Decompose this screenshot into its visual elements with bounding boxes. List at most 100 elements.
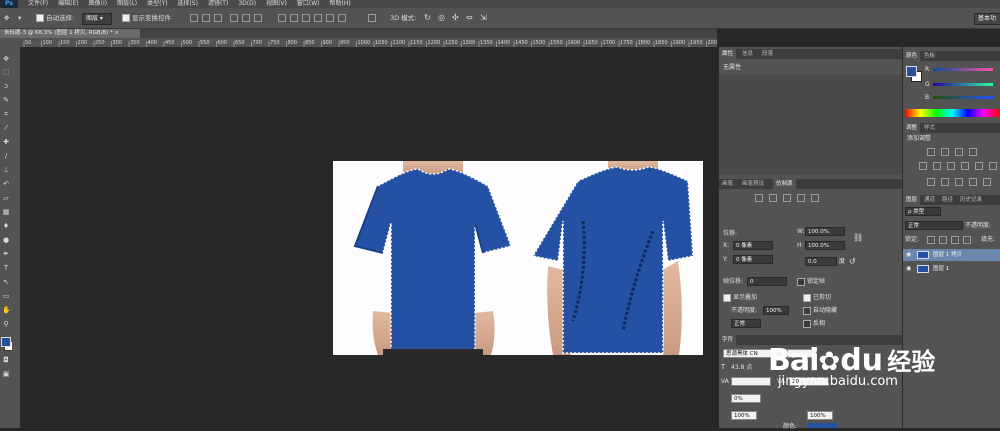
align-vcenter-icon[interactable] [202,14,210,22]
tab-history[interactable]: 历史记录 [957,195,985,205]
lock-transparent-icon[interactable] [927,236,935,244]
path-select-tool-icon[interactable]: ↖ [2,278,10,286]
align-hcenter-icon[interactable] [242,14,250,22]
3d-pan-icon[interactable]: ✣ [452,13,459,23]
layer-visibility-eye-icon[interactable]: ◉ [906,263,911,275]
threshold-adjust-icon[interactable] [955,178,963,186]
layer-row[interactable]: ◉ 图层 1 拷贝 [903,249,1000,261]
align-right-icon[interactable] [254,14,262,22]
hand-tool-icon[interactable]: ✋ [2,306,11,314]
tab-info[interactable]: 信息 [739,49,756,59]
menu-item-9[interactable]: 窗口(W) [297,0,320,8]
clone-source-4-icon[interactable] [797,194,805,202]
posterize-adjust-icon[interactable] [941,178,949,186]
marquee-tool-icon[interactable]: ⬚ [2,68,10,76]
font-size-value[interactable]: 43.8 点 [731,363,752,372]
horizontal-scale-field[interactable]: 100% [731,411,757,420]
menu-item-8[interactable]: 视图(V) [266,0,287,8]
close-tab-icon[interactable]: × [114,30,119,36]
show-transform-checkbox[interactable]: 显示变换控件 [122,13,171,23]
distribute-left-icon[interactable] [314,14,322,22]
rotation-field[interactable]: 0.0 [805,257,837,266]
menu-item-3[interactable]: 图层(L) [117,0,137,8]
history-brush-tool-icon[interactable]: ↶ [2,180,10,188]
kerning-field[interactable] [731,377,771,386]
tab-brush[interactable]: 画笔 [719,179,736,189]
b-slider[interactable] [933,96,993,99]
distribute-bottom-icon[interactable] [302,14,310,22]
document-tab[interactable]: 未标题-3 @ 68.3% (图层 1 拷贝, RGB/8) * × [0,29,140,38]
lock-frame-checkbox[interactable]: 锁定帧 [797,277,825,286]
offset-x-field[interactable]: 0 像素 [733,241,773,250]
tab-clone-source[interactable]: 仿制源 [773,179,796,189]
tab-adjustments[interactable]: 调整 [903,123,921,133]
menu-item-0[interactable]: 文件(F) [28,0,48,8]
layer-visibility-eye-icon[interactable]: ◉ [906,249,911,261]
width-scale-field[interactable]: 100.0% [805,227,845,236]
gradient-map-adjust-icon[interactable] [969,178,977,186]
quick-mask-icon[interactable]: ◘ [2,356,10,364]
curves-adjust-icon[interactable] [955,148,963,156]
align-bottom-icon[interactable] [214,14,222,22]
reset-transform-icon[interactable]: ↺ [849,257,856,266]
lasso-tool-icon[interactable]: ↄ [2,82,10,90]
clipped-checkbox[interactable]: 已剪切 [803,293,831,302]
screen-mode-icon[interactable]: ▣ [2,370,10,378]
3d-rotate-icon[interactable]: ↻ [424,13,431,23]
color-spectrum-ramp[interactable] [905,109,999,117]
workspace-switcher[interactable]: 基本功 [974,13,1000,25]
crop-tool-icon[interactable]: ⌗ [2,110,10,118]
distribute-top-icon[interactable] [278,14,286,22]
zoom-tool-icon[interactable]: ⚲ [2,320,10,328]
tab-paragraph[interactable]: 段落 [759,49,776,59]
tab-styles[interactable]: 样式 [921,123,938,133]
menu-item-5[interactable]: 选择(S) [177,0,198,8]
clone-source-2-icon[interactable] [769,194,777,202]
tab-channels[interactable]: 通道 [921,195,938,205]
hue-saturation-adjust-icon[interactable] [933,162,941,170]
menu-item-7[interactable]: 3D(D) [238,0,256,8]
move-tool-icon[interactable]: ✥ [2,55,10,63]
vertical-scale-field[interactable]: 0% [731,394,761,403]
invert-adjust-icon[interactable] [927,178,935,186]
tab-color[interactable]: 颜色 [903,51,921,61]
overlay-blend-dropdown[interactable]: 正常 [731,319,761,328]
tool-preset-picker[interactable]: ▾ [18,13,21,23]
auto-select-dropdown[interactable]: 图层 ▾ [82,13,112,25]
menu-item-4[interactable]: 类型(Y) [147,0,167,8]
clone-source-5-icon[interactable] [811,194,819,202]
quick-select-tool-icon[interactable]: ✎ [2,96,10,104]
offset-y-field[interactable]: 0 像素 [733,255,773,264]
3d-slide-icon[interactable]: ⇔ [466,13,473,23]
frame-offset-field[interactable]: 0 [747,277,787,286]
height-scale-field[interactable]: 100.0% [805,241,845,250]
auto-hide-checkbox[interactable]: 自动隐藏 [803,306,837,315]
move-tool-icon[interactable]: ✥ [4,13,9,23]
gradient-tool-icon[interactable]: ▦ [2,208,10,216]
foreground-color-swatch[interactable] [1,337,11,347]
dodge-tool-icon[interactable]: ● [2,236,10,244]
menu-item-10[interactable]: 帮助(H) [330,0,351,8]
lock-all-icon[interactable] [963,236,971,244]
menu-item-1[interactable]: 编辑(E) [58,0,78,8]
eraser-tool-icon[interactable]: ▱ [2,194,10,202]
lock-pixels-icon[interactable] [939,236,947,244]
vibrance-adjust-icon[interactable] [919,162,927,170]
align-top-icon[interactable] [190,14,198,22]
levels-adjust-icon[interactable] [941,148,949,156]
distribute-vcenter-icon[interactable] [290,14,298,22]
layer-blend-mode-dropdown[interactable]: 正常 [905,221,963,230]
photo-filter-adjust-icon[interactable] [975,162,983,170]
link-scale-icon[interactable]: ⛓ [853,233,863,242]
color-balance-adjust-icon[interactable] [947,162,955,170]
menu-item-2[interactable]: 图像(I) [89,0,107,8]
auto-select-checkbox[interactable]: 自动选择: [36,13,74,23]
type-tool-icon[interactable]: T [2,264,10,272]
align-left-icon[interactable] [230,14,238,22]
clone-source-3-icon[interactable] [783,194,791,202]
document-canvas[interactable] [333,161,703,355]
selective-color-adjust-icon[interactable] [983,178,991,186]
g-slider[interactable] [933,83,993,86]
vertical-scale-field-2[interactable]: 100% [807,411,833,420]
healing-brush-tool-icon[interactable]: ✚ [2,138,10,146]
